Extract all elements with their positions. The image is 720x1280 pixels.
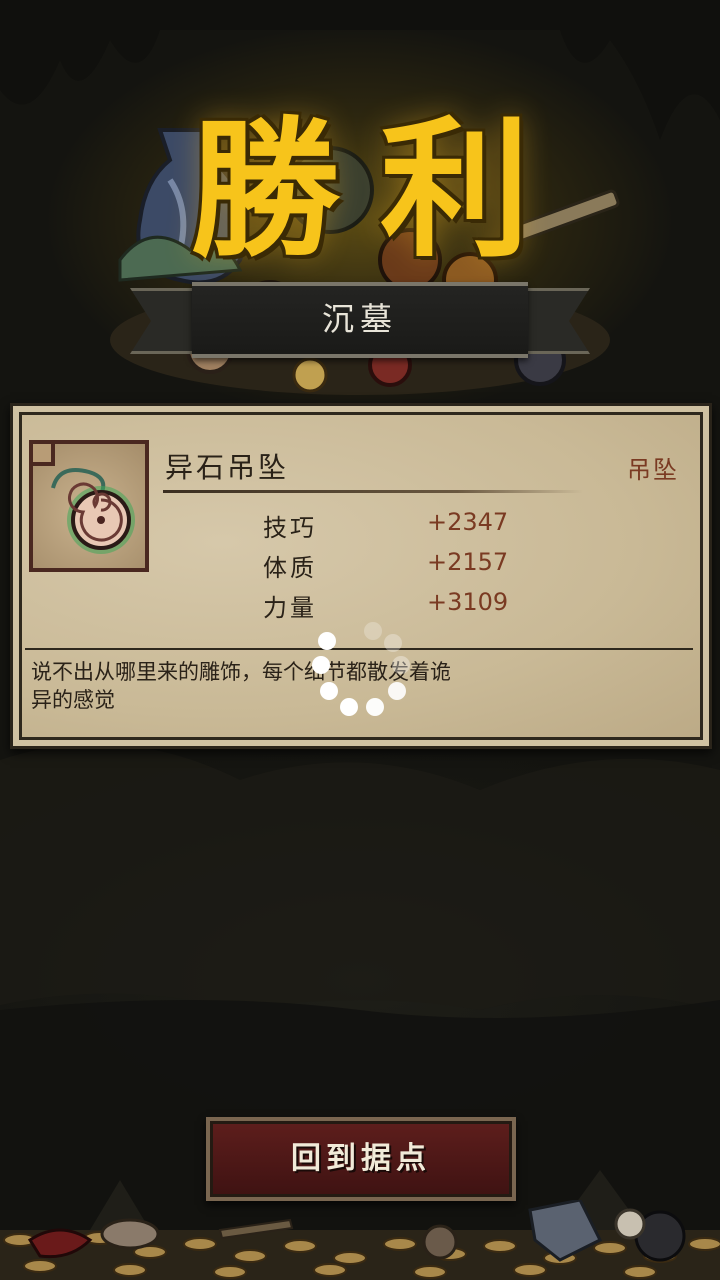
spinner-dot xyxy=(388,682,406,700)
spinner-dot xyxy=(364,622,382,640)
return-to-base-label: 回到据点 xyxy=(291,1141,431,1176)
ribbon-tail-right xyxy=(520,288,590,354)
dungeon-ribbon: 沉墓 xyxy=(130,282,590,358)
spinner-dot xyxy=(340,698,358,716)
item-description-line: 异的感觉 xyxy=(31,688,115,712)
ribbon-body: 沉墓 xyxy=(192,282,528,358)
spinner-dot xyxy=(384,634,402,652)
victory-title: 勝利 xyxy=(189,102,570,278)
item-name: 异石吊坠 xyxy=(165,451,290,484)
ribbon-tail-left xyxy=(130,288,200,354)
spinner-dot xyxy=(392,656,410,674)
coin-pile-decor xyxy=(0,1200,720,1280)
spinner-dot xyxy=(318,632,336,650)
stat-row-skill: 技巧 +2347 xyxy=(263,508,563,548)
item-icon-frame xyxy=(29,440,149,572)
spinner-dot xyxy=(366,698,384,716)
spinner-dot xyxy=(312,656,330,674)
stat-label: 体质 xyxy=(263,554,317,582)
stat-label: 技巧 xyxy=(263,514,317,542)
item-name-underline xyxy=(163,490,583,493)
stat-row-constitution: 体质 +2157 xyxy=(263,548,563,588)
victory-screen: 勝利 沉墓 异石吊坠 吊坠 技巧 +2347 体质 +2157 力量 +3109… xyxy=(0,0,720,1280)
ammonite-pendant-icon xyxy=(51,468,135,554)
stat-value: +2347 xyxy=(427,508,509,536)
spinner-dot xyxy=(320,682,338,700)
item-description-line: 说不出从哪里来的雕饰，每个细节都散发着诡 xyxy=(31,660,451,684)
stat-value: +3109 xyxy=(427,588,509,616)
item-type: 吊坠 xyxy=(627,456,679,484)
stat-label: 力量 xyxy=(263,594,317,622)
dungeon-name: 沉墓 xyxy=(321,300,398,338)
item-description: 说不出从哪里来的雕饰，每个细节都散发着诡 异的感觉 xyxy=(31,658,571,714)
loading-spinner-icon xyxy=(308,620,412,724)
return-to-base-button[interactable]: 回到据点 xyxy=(206,1117,516,1201)
stat-value: +2157 xyxy=(427,548,509,576)
